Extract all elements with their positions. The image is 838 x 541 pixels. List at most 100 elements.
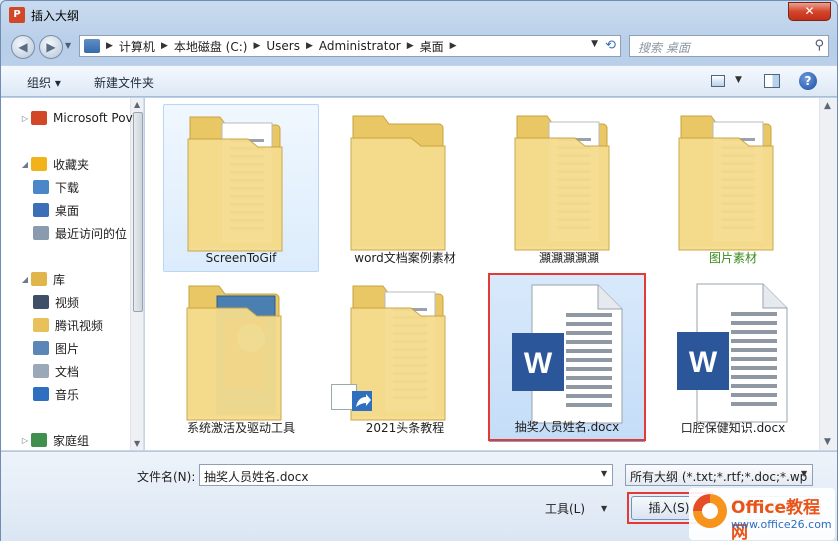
breadcrumb-computer[interactable]: 计算机 [119,38,155,55]
sidebar-item-label: 库 [53,272,66,287]
powerpoint-app-icon: P [9,7,25,23]
sidebar-item[interactable]: 图片 [33,338,143,358]
close-button[interactable]: ✕ [788,2,831,21]
tools-button[interactable]: 工具(L) [545,500,585,517]
window-title: 插入大纲 [31,9,80,23]
file-name: 2021头条教程 [365,421,445,435]
sidebar-item-label: 图片 [55,341,80,356]
chevron-right-icon[interactable]: ▶ [407,41,414,51]
filename-dropdown[interactable]: ▼ [601,469,607,478]
collapse-icon[interactable]: ◢ [19,160,31,169]
file-name: word文档案例素材 [354,251,456,265]
folder-item[interactable]: ScreenToGif [163,104,319,272]
sidebar-item-label: 桌面 [55,203,80,218]
shortcut-arrow-icon [331,384,372,411]
watermark-url: www.office26.com [731,518,832,531]
computer-icon [84,39,100,53]
folder-icon [33,318,49,332]
breadcrumb-desktop[interactable]: 桌面 [420,38,444,55]
expand-icon[interactable]: ▷ [19,114,31,123]
breadcrumb-users[interactable]: Users [266,39,300,53]
filetype-dropdown[interactable]: ▼ [801,469,807,478]
sidebar-item[interactable]: 下载 [33,177,143,197]
scroll-down-icon[interactable]: ▼ [824,437,831,447]
search-icon[interactable]: ⚲ [814,38,824,53]
sidebar-item[interactable]: ◢ 库 [19,269,143,289]
sidebar-item-label: 文档 [55,364,80,379]
document-icon [33,364,49,378]
sidebar-item-label: 下载 [55,180,80,195]
expand-icon[interactable]: ▷ [19,436,31,445]
sidebar-item[interactable]: ◢ 收藏夹 [19,154,143,174]
sidebar-item[interactable]: 文档 [33,361,143,381]
filename-input[interactable]: 抽奖人员姓名.docx [199,464,613,486]
homegroup-icon [31,433,47,447]
download-folder-icon [33,180,49,194]
chevron-right-icon[interactable]: ▶ [306,41,313,51]
address-row: ◀ ▶ ▼ ▶ 计算机 ▶ 本地磁盘 (C:) ▶ Users ▶ Admini… [1,31,837,63]
folder-item[interactable]: 2021头条教程 [327,274,483,442]
chevron-right-icon[interactable]: ▶ [106,41,113,51]
folder-item[interactable]: word文档案例素材 [327,104,483,272]
chevron-right-icon[interactable]: ▶ [450,41,457,51]
sidebar-item-label: 家庭组 [53,433,90,448]
library-icon [31,272,47,286]
sidebar-item[interactable]: ▷ Microsoft Pov [19,108,143,128]
sidebar-item-label: 腾讯视频 [55,318,104,333]
insert-outline-dialog: P 插入大纲 ✕ ◀ ▶ ▼ ▶ 计算机 ▶ 本地磁盘 (C:) ▶ Users… [0,0,838,541]
search-box[interactable]: 搜索 桌面 ⚲ [629,35,829,57]
view-dropdown[interactable]: ▼ [735,75,742,85]
sidebar-item[interactable]: 最近访问的位 [33,223,143,243]
sidebar-item[interactable]: 视频 [33,292,143,312]
selection-highlight-box [488,273,646,441]
sidebar-item-label: 视频 [55,295,80,310]
preview-pane-icon[interactable] [764,74,780,88]
arrow-right-icon: ▶ [46,40,56,54]
folder-item[interactable]: 灦灦灦灦灦 [491,104,647,272]
picture-icon [33,341,49,355]
address-bar[interactable]: ▶ 计算机 ▶ 本地磁盘 (C:) ▶ Users ▶ Administrato… [79,35,621,57]
filetype-select[interactable]: 所有大纲 (*.txt;*.rtf;*.doc;*.wp [625,464,813,486]
refresh-icon[interactable]: ⟲ [605,38,616,53]
chevron-right-icon[interactable]: ▶ [161,41,168,51]
help-icon[interactable]: ? [799,72,817,90]
breadcrumb-local-disk[interactable]: 本地磁盘 (C:) [174,38,248,55]
change-view-icon[interactable] [711,75,725,87]
forward-button[interactable]: ▶ [39,35,63,59]
sidebar-item[interactable]: 音乐 [33,384,143,404]
watermark: Office教程网 www.office26.com [689,488,835,541]
file-item[interactable]: W 口腔保健知识.docx [655,274,811,442]
file-name: 系统激活及驱动工具 [186,421,295,435]
chevron-right-icon[interactable]: ▶ [253,41,260,51]
sidebar-item-label: 最近访问的位 [55,226,128,241]
file-list-scrollbar[interactable]: ▲ ▼ [819,98,837,450]
search-input[interactable]: 搜索 桌面 [638,39,690,56]
sidebar-item[interactable]: 腾讯视频 [33,315,143,335]
desktop-icon [33,203,49,217]
sidebar-item-label: 收藏夹 [53,157,90,172]
sidebar-item-label: 音乐 [55,387,80,402]
folder-item[interactable]: 图片素材 [655,104,811,272]
new-folder-button[interactable]: 新建文件夹 [94,74,154,91]
tools-dropdown[interactable]: ▼ [601,504,607,513]
sidebar-item[interactable]: 桌面 [33,200,143,220]
navigation-pane: ▲ ▼ ▷ Microsoft Pov ◢ 收藏夹 下载 桌面 最近访问的位 ◢ 库视频 腾讯视频… [1,98,144,450]
filename-label: 文件名(N): [137,470,196,484]
file-name: 图片素材 [708,251,757,265]
file-name: ScreenToGif [205,251,277,265]
organize-button[interactable]: 组织 ▾ [27,74,61,91]
collapse-icon[interactable]: ◢ [19,275,31,284]
file-name: 灦灦灦灦灦 [538,251,599,265]
music-icon [33,387,49,401]
sidebar-item[interactable]: ▷ 家庭组 [19,430,143,450]
title-bar[interactable]: P 插入大纲 ✕ [1,1,837,29]
recent-pages-dropdown[interactable]: ▼ [65,41,71,50]
folder-item[interactable]: 系统激活及驱动工具 [163,274,319,442]
back-button[interactable]: ◀ [11,35,35,59]
sidebar-item-label: Microsoft Pov [53,111,133,125]
recent-icon [33,226,49,240]
address-dropdown[interactable]: ▼ [591,39,598,49]
breadcrumb-administrator[interactable]: Administrator [319,39,401,53]
scroll-up-icon[interactable]: ▲ [824,101,831,111]
arrow-left-icon: ◀ [18,40,28,54]
